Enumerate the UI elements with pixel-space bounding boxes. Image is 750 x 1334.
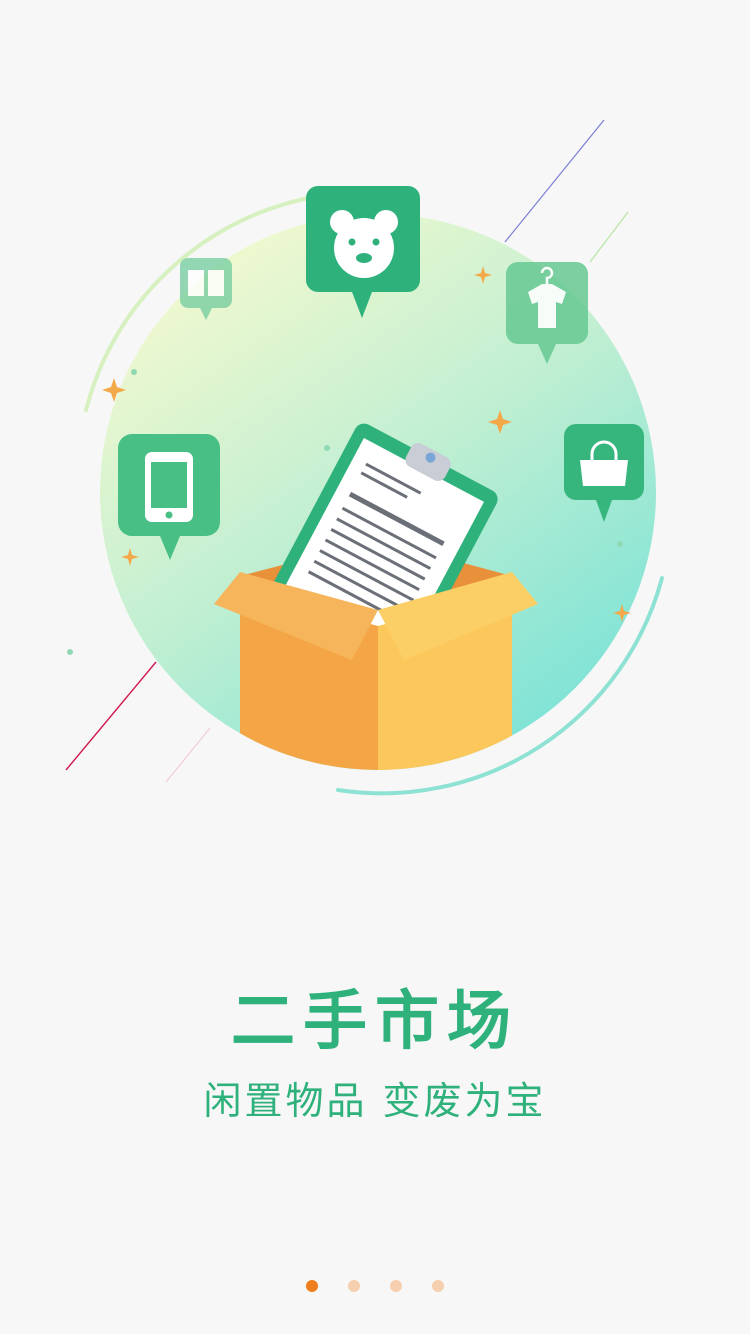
page-dot[interactable]	[390, 1280, 402, 1292]
deco-dot	[131, 369, 137, 375]
page-dot[interactable]	[432, 1280, 444, 1292]
deco-dot	[617, 541, 623, 547]
page-dot-active[interactable]	[306, 1280, 318, 1292]
deco-line	[504, 119, 605, 243]
page-dot[interactable]	[348, 1280, 360, 1292]
page-subtitle: 闲置物品 变废为宝	[203, 1079, 547, 1123]
deco-dot	[67, 649, 73, 655]
deco-dot	[324, 445, 330, 451]
deco-line	[589, 211, 629, 263]
deco-line	[65, 661, 157, 771]
page-indicator	[0, 1280, 750, 1294]
illustration	[65, 119, 664, 796]
deco-line	[165, 727, 211, 783]
page-title: 二手市场	[231, 985, 519, 1059]
